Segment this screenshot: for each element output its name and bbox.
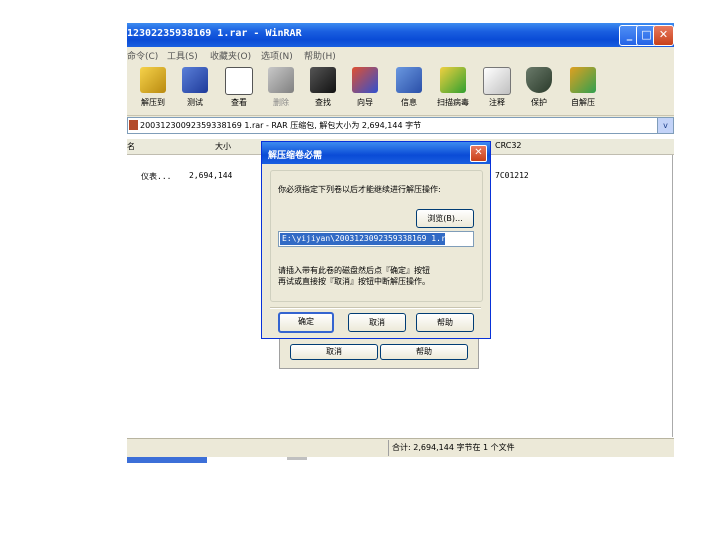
file-size: 2,694,144 (189, 171, 233, 180)
extract-to-icon (140, 67, 166, 93)
status-divider (388, 440, 389, 456)
dialog-separator (270, 307, 481, 309)
help-button[interactable]: 帮助 (416, 313, 474, 332)
dialog-instructions-line2: 再试或直接按『取消』按钮中断解压操作。 (278, 277, 430, 286)
status-bar: 合计: 2,694,144 字节在 1 个文件 (127, 438, 674, 457)
file-name: 仪表... (141, 172, 172, 181)
info-icon (396, 67, 422, 93)
toolbar-protect[interactable]: 保护 (519, 65, 559, 113)
window-title: 12302235938169 1.rar - WinRAR (127, 28, 302, 39)
toolbar: 解压到 测试 查看 删除 查找 向导 信息 扫描病毒 注释 保护 自解压 (127, 63, 674, 116)
column-size[interactable]: 大小 (215, 141, 231, 152)
dialog-instructions-line1: 请插入带有此卷的磁盘然后点『确定』按钮 (278, 266, 430, 275)
toolbar-view[interactable]: 查看 (219, 65, 259, 113)
dialog-title: 解压缩卷必需 (268, 151, 323, 161)
toolbar-sfx[interactable]: 自解压 (563, 65, 603, 113)
column-crc[interactable]: CRC32 (495, 141, 522, 150)
menu-tools[interactable]: 工具(S) (167, 49, 198, 62)
view-icon (225, 67, 253, 95)
dialog-close-button[interactable]: ✕ (470, 145, 487, 162)
menu-options[interactable]: 选项(N) (261, 49, 293, 62)
toolbar-virus-scan[interactable]: 扫描病毒 (433, 65, 473, 113)
protect-icon (526, 67, 552, 93)
dialog-titlebar[interactable]: 解压缩卷必需 ✕ (262, 142, 490, 164)
sfx-icon (570, 67, 596, 93)
comment-icon (483, 67, 511, 95)
status-text: 合计: 2,694,144 字节在 1 个文件 (392, 443, 515, 452)
test-icon (182, 67, 208, 93)
toolbar-info[interactable]: 信息 (389, 65, 429, 113)
address-text: 20031230092359338169 1.rar - RAR 压缩包, 解包… (140, 121, 422, 130)
address-bar: 20031230092359338169 1.rar - RAR 压缩包, 解包… (127, 116, 674, 134)
background-cancel-button[interactable]: 取消 (290, 344, 378, 360)
menu-bar: 命令(C) 工具(S) 收藏夹(O) 选项(N) 帮助(H) (127, 47, 674, 63)
address-field[interactable]: 20031230092359338169 1.rar - RAR 压缩包, 解包… (127, 117, 667, 134)
toolbar-test[interactable]: 测试 (175, 65, 215, 113)
toolbar-extract-to[interactable]: 解压到 (133, 65, 173, 113)
taskbar-fragment-2 (287, 457, 307, 460)
menu-help[interactable]: 帮助(H) (304, 49, 336, 62)
close-button[interactable]: ✕ (653, 25, 674, 46)
toolbar-find[interactable]: 查找 (303, 65, 343, 113)
ok-button[interactable]: 确定 (278, 312, 334, 333)
toolbar-delete[interactable]: 删除 (261, 65, 301, 113)
volume-required-dialog: 解压缩卷必需 ✕ 你必须指定下列卷以后才能继续进行解压操作: 浏览(B)... … (261, 141, 491, 339)
file-crc: 7C01212 (495, 171, 529, 180)
cancel-button[interactable]: 取消 (348, 313, 406, 332)
menu-command[interactable]: 命令(C) (127, 49, 158, 62)
browse-button[interactable]: 浏览(B)... (416, 209, 474, 228)
background-dialog: 取消 帮助 (279, 337, 479, 369)
taskbar-fragment (127, 457, 207, 463)
virus-scan-icon (440, 67, 466, 93)
volume-path-input[interactable]: E:\yijiyan\2003123092359338169 1.rar (278, 231, 474, 247)
find-icon (310, 67, 336, 93)
menu-favorites[interactable]: 收藏夹(O) (210, 49, 251, 62)
column-name[interactable]: 名 (127, 141, 135, 152)
wizard-icon (352, 67, 378, 93)
address-dropdown-button[interactable]: v (657, 117, 674, 134)
window-titlebar[interactable]: 12302235938169 1.rar - WinRAR _ □ ✕ (127, 23, 674, 47)
archive-icon (129, 120, 138, 130)
toolbar-wizard[interactable]: 向导 (345, 65, 385, 113)
volume-path-value: E:\yijiyan\2003123092359338169 1.rar (280, 233, 456, 245)
toolbar-comment[interactable]: 注释 (477, 65, 517, 113)
delete-icon (268, 67, 294, 93)
dialog-prompt: 你必须指定下列卷以后才能继续进行解压操作: (278, 185, 441, 194)
background-help-button[interactable]: 帮助 (380, 344, 468, 360)
